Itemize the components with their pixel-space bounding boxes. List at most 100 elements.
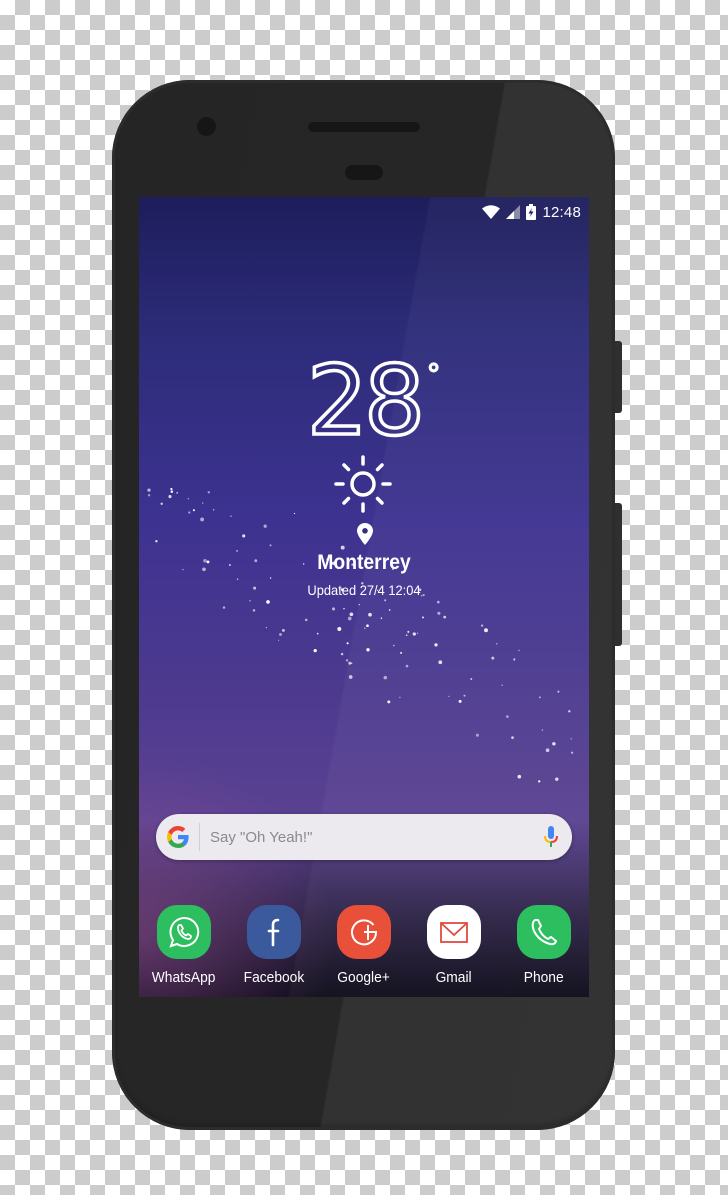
app-label: Phone [524,969,564,986]
gmail-icon [440,922,468,943]
star [484,628,488,633]
phone-icon [531,919,557,946]
app-google-plus[interactable]: Google+ [319,905,409,986]
star [293,512,296,515]
star [538,780,541,783]
star [416,632,419,635]
location-pin-icon [357,523,373,545]
proximity-sensor [345,165,383,180]
star [188,511,191,514]
star [192,509,195,512]
star [368,612,372,617]
app-label: Google+ [337,969,391,986]
star [570,738,572,740]
star [470,678,473,680]
star [337,627,342,631]
star [400,651,403,654]
star [480,624,484,627]
star [313,648,317,653]
star [147,488,151,492]
star [501,684,503,687]
front-camera [197,117,216,136]
status-time: 12:48 [542,203,581,221]
star [346,642,349,645]
search-input[interactable] [210,828,544,846]
star [187,497,190,500]
star [340,545,345,550]
star [495,642,498,645]
microphone-icon[interactable] [544,826,558,848]
star [568,710,571,713]
power-button[interactable] [615,341,622,413]
star [366,624,369,628]
star [200,517,205,522]
star [345,659,349,662]
star [443,615,447,619]
app-label: WhatsApp [152,969,216,986]
facebook-icon [267,918,280,947]
temperature-value: 28 [305,345,427,457]
star [266,600,270,604]
earpiece-speaker [308,122,420,132]
google-search-bar[interactable] [156,814,572,860]
star [277,639,280,642]
star [252,609,256,612]
star [364,627,366,629]
star [513,658,516,661]
google-g-icon[interactable] [166,825,190,849]
star [236,578,239,581]
star [230,515,232,517]
volume-button[interactable] [615,503,622,646]
star [202,502,204,504]
star [281,628,285,632]
star [265,626,268,629]
star [475,733,479,737]
battery-charging-icon [526,204,537,220]
star [380,617,383,619]
star [147,493,151,497]
star [304,618,308,622]
star [170,490,174,493]
star [555,777,559,781]
star [331,607,336,611]
star [168,495,172,499]
star [517,774,522,779]
star [511,736,514,739]
star [538,696,541,699]
app-whatsapp[interactable]: WhatsApp [139,905,229,986]
weather-city: Monterrey [317,551,411,574]
star [155,540,158,543]
star [160,502,163,506]
star [343,607,345,610]
star [340,652,344,656]
star [393,644,395,647]
star [399,696,401,699]
weather-updated-time: Updated 27/4 12:04 [307,582,421,598]
wifi-icon [482,205,501,219]
star [571,751,574,754]
star [422,616,424,619]
degree-symbol: ° [425,358,442,393]
star [387,700,391,704]
app-facebook[interactable]: Facebook [229,905,319,986]
star [463,694,466,697]
app-label: Facebook [243,969,305,986]
star [552,742,556,746]
star [434,643,438,647]
star [384,599,387,602]
star [405,634,408,636]
star [412,632,416,636]
star [458,699,462,703]
app-dock: WhatsApp Facebook Google+ Gmail Phone [139,905,589,997]
star [207,491,211,494]
home-screen: 12:48 28 ° Monterrey Updated 27/4 12:04 … [139,197,589,997]
star [170,487,173,491]
star [350,662,353,665]
star [366,648,370,652]
star [437,600,440,604]
sun-icon [334,455,392,513]
app-gmail[interactable]: Gmail [409,905,499,986]
whatsapp-icon [169,916,200,948]
app-phone[interactable]: Phone [499,905,589,986]
star [222,606,226,609]
